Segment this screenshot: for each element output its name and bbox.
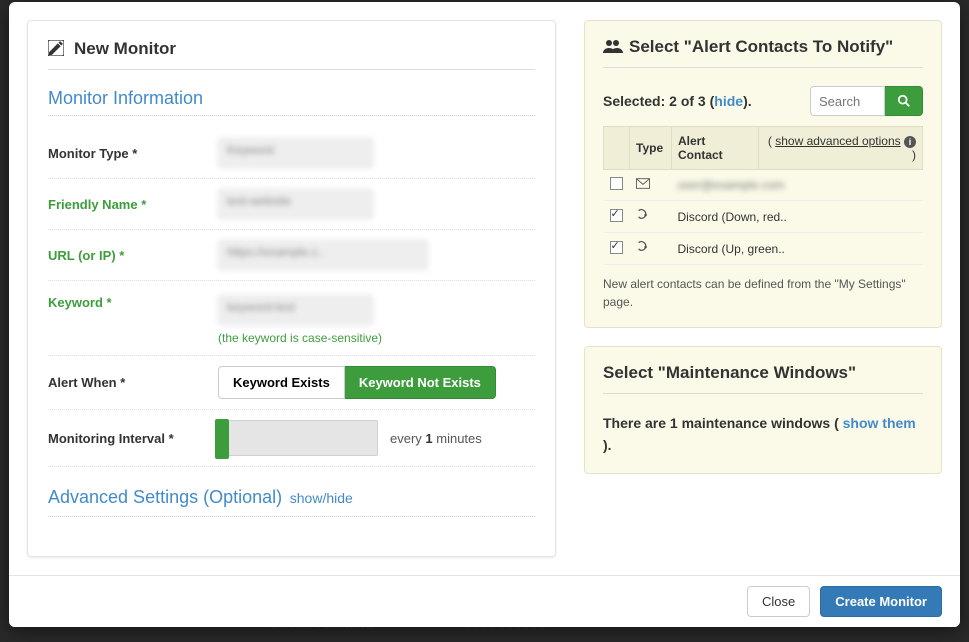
select-monitor-type[interactable]: Keyword <box>218 138 373 168</box>
new-monitor-modal: New Monitor Monitor Information Monitor … <box>9 2 960 627</box>
col-type: Type <box>630 127 672 170</box>
hook-icon <box>636 208 650 222</box>
modal-title: New Monitor <box>48 39 535 70</box>
label-interval: Monitoring Interval * <box>48 431 218 446</box>
modal-footer: Close Create Monitor <box>9 575 960 627</box>
btn-keyword-not-exists[interactable]: Keyword Not Exists <box>345 366 496 399</box>
alert-contacts-heading-text: Select "Alert Contacts To Notify" <box>629 37 893 57</box>
modal-title-text: New Monitor <box>74 39 176 59</box>
contacts-table: Type Alert Contact ( show advanced optio… <box>603 126 923 265</box>
advanced-settings-row: Advanced Settings (Optional) show/hide <box>48 487 535 517</box>
row-alert-when: Alert When * Keyword Exists Keyword Not … <box>48 356 535 410</box>
input-url[interactable]: https://example.c.. <box>218 240 428 270</box>
input-friendly-name[interactable]: test-website <box>218 189 373 219</box>
row-interval: Monitoring Interval * every 1 minutes <box>48 410 535 467</box>
show-advanced-link[interactable]: show advanced options <box>775 134 900 148</box>
label-monitor-type: Monitor Type * <box>48 146 218 161</box>
table-row: Discord (Down, red.. <box>604 201 923 233</box>
search-wrap <box>810 86 923 116</box>
show-maintenance-link[interactable]: show them <box>843 415 916 431</box>
advanced-settings-label: Advanced Settings (Optional) <box>48 487 282 507</box>
contact-label: user@example.com <box>678 178 785 192</box>
label-url: URL (or IP) * <box>48 248 218 263</box>
row-friendly-name: Friendly Name * test-website <box>48 179 535 230</box>
checkbox[interactable] <box>610 241 623 254</box>
selected-text: Selected: 2 of 3 (hide). <box>603 93 752 109</box>
hint-keyword: (the keyword is case-sensitive) <box>218 331 535 345</box>
contact-label: Discord (Up, green.. <box>678 242 785 256</box>
alert-contacts-heading: Select "Alert Contacts To Notify" <box>603 37 923 68</box>
contact-label: Discord (Down, red.. <box>678 210 787 224</box>
interval-readout: every 1 minutes <box>390 431 482 446</box>
table-row: Discord (Up, green.. <box>604 233 923 265</box>
col-advanced: ( show advanced options i ) <box>759 127 923 170</box>
users-icon <box>603 38 621 56</box>
close-button[interactable]: Close <box>747 586 810 617</box>
create-monitor-button[interactable]: Create Monitor <box>820 586 942 617</box>
modal-body: New Monitor Monitor Information Monitor … <box>9 2 960 575</box>
btn-keyword-exists[interactable]: Keyword Exists <box>218 366 345 399</box>
info-icon: i <box>904 136 916 148</box>
alert-when-toggle: Keyword Exists Keyword Not Exists <box>218 366 535 399</box>
maintenance-heading: Select "Maintenance Windows" <box>603 363 923 394</box>
label-keyword: Keyword * <box>48 295 218 310</box>
checkbox[interactable] <box>610 209 623 222</box>
col-contact: Alert Contact <box>672 127 759 170</box>
right-column: Select "Alert Contacts To Notify" Select… <box>584 20 942 557</box>
table-row: user@example.com <box>604 170 923 201</box>
label-alert-when: Alert When * <box>48 375 218 390</box>
search-icon <box>897 94 911 108</box>
label-friendly-name: Friendly Name * <box>48 197 218 212</box>
interval-slider[interactable] <box>218 420 378 456</box>
advanced-settings-toggle[interactable]: show/hide <box>290 490 353 506</box>
slider-handle[interactable] <box>215 419 229 459</box>
maintenance-text: There are 1 maintenance windows ( show t… <box>603 412 923 457</box>
hook-icon <box>636 240 650 254</box>
row-keyword: Keyword * keyword-text (the keyword is c… <box>48 281 535 356</box>
mail-icon <box>636 178 650 192</box>
monitor-info-heading: Monitor Information <box>48 88 535 116</box>
monitor-form-panel: New Monitor Monitor Information Monitor … <box>27 20 556 557</box>
edit-icon <box>48 40 66 58</box>
selected-row: Selected: 2 of 3 (hide). <box>603 86 923 116</box>
search-input[interactable] <box>810 86 885 116</box>
search-button[interactable] <box>885 86 923 116</box>
alert-contacts-panel: Select "Alert Contacts To Notify" Select… <box>584 20 942 328</box>
row-url: URL (or IP) * https://example.c.. <box>48 230 535 281</box>
row-monitor-type: Monitor Type * Keyword <box>48 128 535 179</box>
input-keyword[interactable]: keyword-text <box>218 295 373 325</box>
checkbox[interactable] <box>610 177 623 190</box>
hide-link[interactable]: hide <box>714 93 743 109</box>
maintenance-panel: Select "Maintenance Windows" There are 1… <box>584 346 942 474</box>
contacts-note: New alert contacts can be defined from t… <box>603 275 923 311</box>
